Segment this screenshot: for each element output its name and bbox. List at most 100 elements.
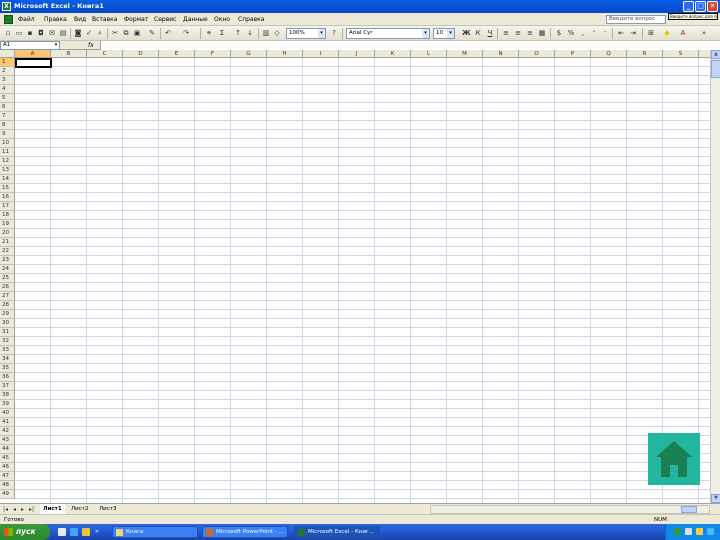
- row-header-10[interactable]: 10: [0, 139, 15, 148]
- prev-sheet-icon[interactable]: ◂: [13, 505, 16, 514]
- row-header-48[interactable]: 48: [0, 481, 15, 490]
- decrease-decimal-icon[interactable]: ⁻: [601, 29, 609, 37]
- menu-format[interactable]: Формат: [124, 16, 148, 23]
- row-header-45[interactable]: 45: [0, 454, 15, 463]
- row-header-49[interactable]: 49: [0, 490, 15, 499]
- formula-input[interactable]: [100, 41, 720, 50]
- column-header-i[interactable]: I: [303, 50, 339, 58]
- borders-icon[interactable]: ⊞: [647, 29, 655, 37]
- active-cell-a1[interactable]: [15, 58, 52, 68]
- row-header-19[interactable]: 19: [0, 220, 15, 229]
- next-sheet-icon[interactable]: ▸: [21, 505, 24, 514]
- taskbar-button-folder[interactable]: Книга: [112, 526, 198, 538]
- row-header-1[interactable]: 1: [0, 58, 15, 67]
- row-header-7[interactable]: 7: [0, 112, 15, 121]
- row-header-39[interactable]: 39: [0, 400, 15, 409]
- row-header-47[interactable]: 47: [0, 472, 15, 481]
- row-header-35[interactable]: 35: [0, 364, 15, 373]
- column-header-o[interactable]: O: [519, 50, 555, 58]
- row-header-31[interactable]: 31: [0, 328, 15, 337]
- row-header-46[interactable]: 46: [0, 463, 15, 472]
- sort-descending-icon[interactable]: ↓: [246, 29, 254, 37]
- row-header-3[interactable]: 3: [0, 76, 15, 85]
- media-player-icon[interactable]: [82, 528, 90, 536]
- menu-tools[interactable]: Сервис: [154, 16, 176, 23]
- row-header-40[interactable]: 40: [0, 409, 15, 418]
- align-center-icon[interactable]: ≡: [514, 29, 522, 37]
- row-header-12[interactable]: 12: [0, 157, 15, 166]
- row-header-21[interactable]: 21: [0, 238, 15, 247]
- column-header-r[interactable]: R: [627, 50, 663, 58]
- menu-view[interactable]: Вид: [74, 16, 86, 23]
- vertical-scroll-thumb[interactable]: [711, 60, 720, 78]
- print-preview-icon[interactable]: ◙: [74, 29, 82, 37]
- column-header-t[interactable]: T: [699, 50, 710, 58]
- vertical-scrollbar[interactable]: ▲ ▼: [710, 50, 720, 503]
- permission-icon[interactable]: ◘: [37, 29, 45, 37]
- paste-icon[interactable]: ▣: [133, 29, 141, 37]
- first-sheet-icon[interactable]: |◂: [3, 505, 8, 514]
- horizontal-scrollbar[interactable]: [430, 505, 710, 514]
- save-icon[interactable]: ▪: [26, 29, 34, 37]
- font-name-select[interactable]: Arial Cyr ▾: [346, 28, 430, 39]
- increase-decimal-icon[interactable]: ⁺: [590, 29, 598, 37]
- column-header-f[interactable]: F: [195, 50, 231, 58]
- row-header-43[interactable]: 43: [0, 436, 15, 445]
- row-header-29[interactable]: 29: [0, 310, 15, 319]
- column-header-s[interactable]: S: [663, 50, 699, 58]
- chevron-down-icon[interactable]: ▾: [447, 29, 454, 38]
- row-header-44[interactable]: 44: [0, 445, 15, 454]
- row-header-9[interactable]: 9: [0, 130, 15, 139]
- row-header-30[interactable]: 30: [0, 319, 15, 328]
- start-button[interactable]: пуск: [0, 524, 50, 540]
- security-icon[interactable]: [696, 528, 703, 535]
- row-header-34[interactable]: 34: [0, 355, 15, 364]
- row-header-23[interactable]: 23: [0, 256, 15, 265]
- row-header-4[interactable]: 4: [0, 85, 15, 94]
- row-header-5[interactable]: 5: [0, 94, 15, 103]
- row-header-2[interactable]: 2: [0, 67, 15, 76]
- research-icon[interactable]: ⌕: [96, 29, 104, 37]
- row-header-32[interactable]: 32: [0, 337, 15, 346]
- quick-launch-expand-icon[interactable]: »: [95, 528, 103, 536]
- name-box[interactable]: A1 ▾: [0, 41, 60, 50]
- row-header-15[interactable]: 15: [0, 184, 15, 193]
- row-header-33[interactable]: 33: [0, 346, 15, 355]
- help-icon[interactable]: ?: [330, 29, 338, 37]
- menu-help[interactable]: Справка: [238, 16, 264, 23]
- row-header-6[interactable]: 6: [0, 103, 15, 112]
- last-sheet-icon[interactable]: ▸|: [29, 505, 34, 514]
- menu-insert[interactable]: Вставка: [92, 16, 117, 23]
- undo-icon[interactable]: ↶: [164, 29, 172, 37]
- print-icon[interactable]: ▤: [59, 29, 67, 37]
- maximize-button[interactable]: □: [695, 1, 706, 12]
- menu-edit[interactable]: Правка: [44, 16, 67, 23]
- percent-icon[interactable]: %: [567, 29, 575, 37]
- taskbar-button-powerpoint[interactable]: Microsoft PowerPoint - ...: [202, 526, 288, 538]
- row-header-13[interactable]: 13: [0, 166, 15, 175]
- redo-icon[interactable]: ↷: [182, 29, 190, 37]
- font-size-select[interactable]: 10 ▾: [433, 28, 455, 39]
- internet-explorer-icon[interactable]: [70, 528, 78, 536]
- align-left-icon[interactable]: ≡: [502, 29, 510, 37]
- row-header-17[interactable]: 17: [0, 202, 15, 211]
- underline-icon[interactable]: Ч: [486, 29, 494, 37]
- open-icon[interactable]: ▭: [15, 29, 23, 37]
- scroll-down-icon[interactable]: ▼: [711, 494, 720, 503]
- row-header-28[interactable]: 28: [0, 301, 15, 310]
- comma-style-icon[interactable]: ,: [579, 29, 587, 37]
- row-header-16[interactable]: 16: [0, 193, 15, 202]
- row-header-11[interactable]: 11: [0, 148, 15, 157]
- column-header-h[interactable]: H: [267, 50, 303, 58]
- row-header-38[interactable]: 38: [0, 391, 15, 400]
- cell-area[interactable]: [15, 58, 710, 503]
- italic-icon[interactable]: К: [474, 29, 482, 37]
- column-header-a[interactable]: A: [15, 50, 51, 58]
- menu-data[interactable]: Данные: [183, 16, 208, 23]
- workbook-icon[interactable]: [4, 15, 13, 24]
- sheet-tab-2[interactable]: Лист2: [68, 504, 91, 514]
- chart-wizard-icon[interactable]: ▥: [262, 29, 270, 37]
- row-header-36[interactable]: 36: [0, 373, 15, 382]
- excel-app-icon[interactable]: X: [2, 2, 11, 11]
- show-desktop-icon[interactable]: [58, 528, 66, 536]
